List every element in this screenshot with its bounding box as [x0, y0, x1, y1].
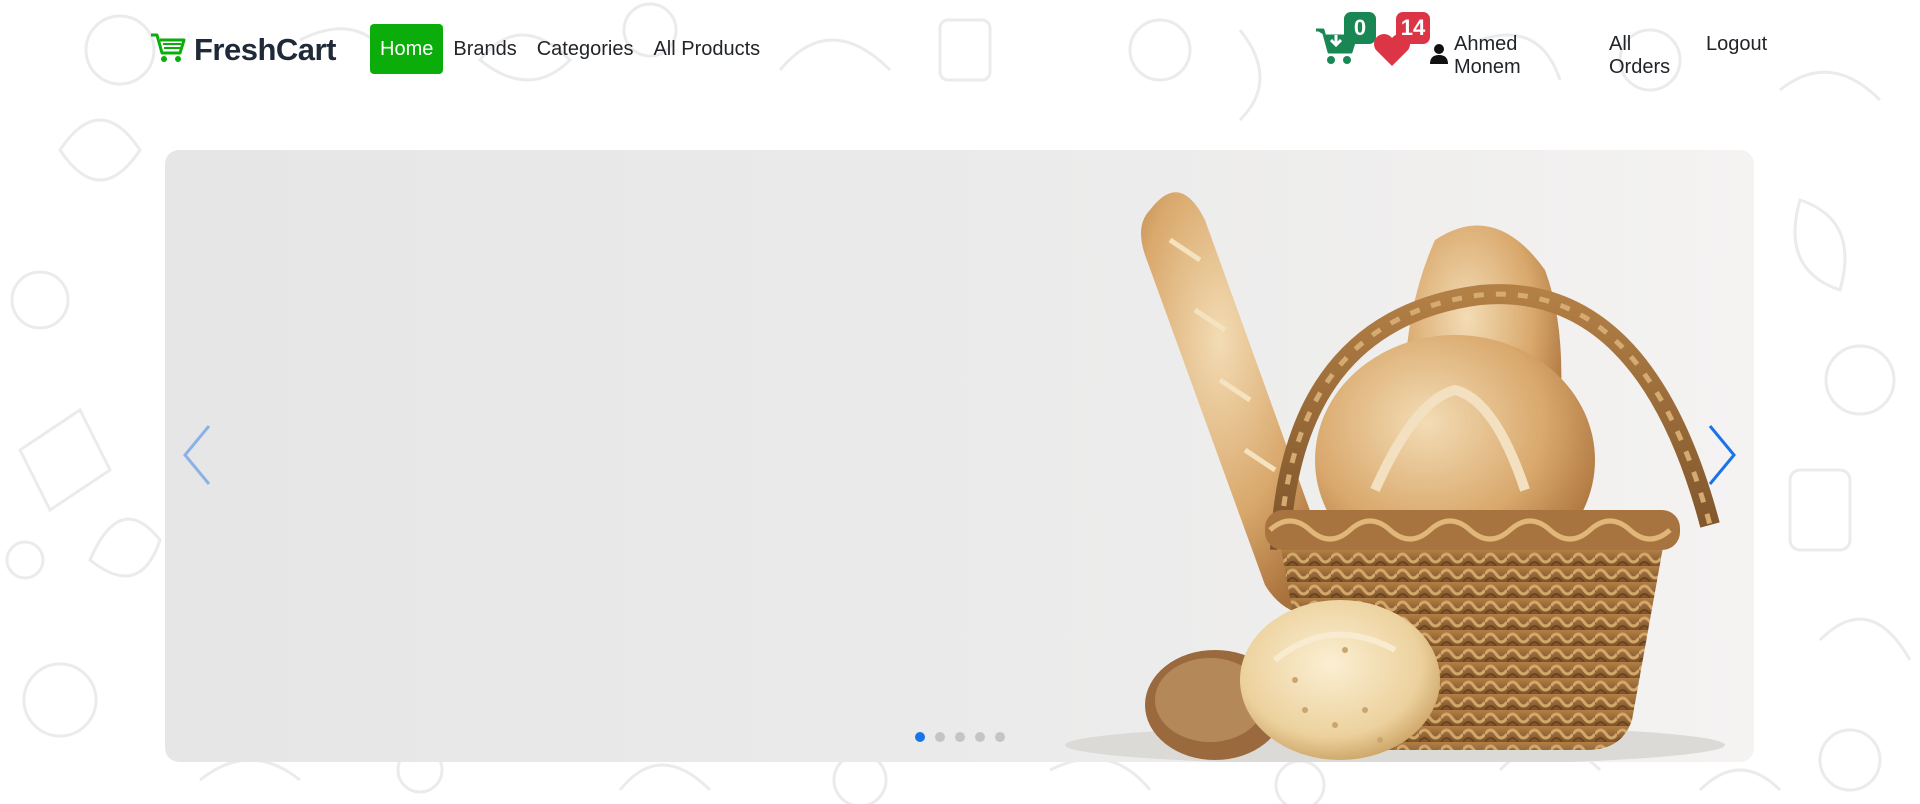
- wishlist-count-badge: 14: [1396, 12, 1430, 44]
- cart-button[interactable]: 0: [1314, 12, 1376, 71]
- chevron-right-icon: [1702, 425, 1742, 494]
- slider-dot-4[interactable]: [975, 732, 985, 742]
- slider-dot-1[interactable]: [915, 732, 925, 742]
- bread-basket-image: [1065, 192, 1725, 762]
- logout-link[interactable]: Logout: [1706, 33, 1767, 56]
- slider-next-button[interactable]: [1702, 420, 1742, 490]
- slider-pagination: [915, 732, 1005, 742]
- cart-download-icon: [1314, 28, 1358, 70]
- top-navbar: FreshCart Home Brands Categories All Pro…: [0, 0, 1920, 100]
- heart-icon: [1372, 34, 1412, 72]
- slider-prev-button[interactable]: [177, 420, 217, 490]
- chevron-left-icon: [177, 425, 217, 494]
- nav-link-all-products[interactable]: All Products: [643, 24, 770, 74]
- all-orders-link[interactable]: All Orders: [1609, 33, 1670, 79]
- slider-dot-2[interactable]: [935, 732, 945, 742]
- brand-logo[interactable]: FreshCart: [150, 30, 336, 70]
- brand-name: FreshCart: [194, 32, 336, 67]
- slider-dot-5[interactable]: [995, 732, 1005, 742]
- main-nav-links: Home Brands Categories All Products: [370, 24, 770, 74]
- shopping-cart-icon: [150, 32, 186, 69]
- user-profile[interactable]: Ahmed Monem: [1430, 33, 1521, 79]
- user-name: Ahmed Monem: [1454, 33, 1521, 78]
- wishlist-button[interactable]: 14: [1372, 12, 1430, 73]
- user-icon: [1430, 43, 1448, 69]
- nav-link-categories[interactable]: Categories: [527, 24, 644, 74]
- slider-dot-3[interactable]: [955, 732, 965, 742]
- nav-link-home[interactable]: Home: [370, 24, 444, 74]
- hero-slider: [165, 150, 1754, 762]
- nav-link-brands[interactable]: Brands: [443, 24, 526, 74]
